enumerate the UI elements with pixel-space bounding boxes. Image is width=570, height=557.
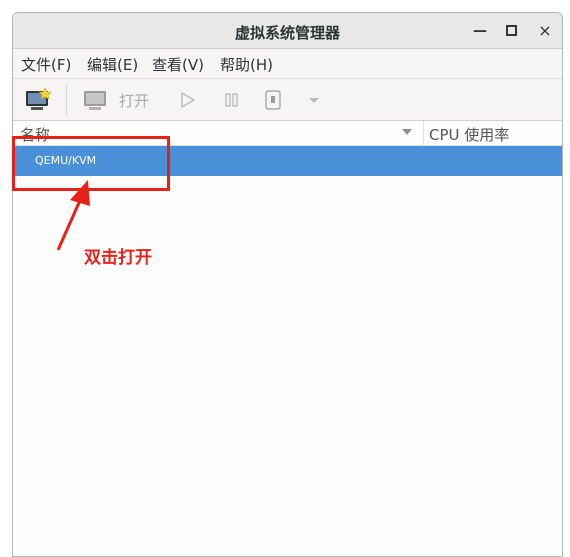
menu-edit[interactable]: 编辑(E) [87, 54, 138, 75]
new-vm-button[interactable] [25, 87, 53, 112]
toolbar: 打开 [13, 79, 562, 121]
open-label[interactable]: 打开 [119, 90, 149, 111]
column-cpu-usage[interactable]: CPU 使用率 [429, 124, 509, 145]
virt-manager-window: 虚拟系统管理器 — × 文件(F) 编辑(E) 查看(V) 帮助(H) 打开 名… [12, 12, 563, 557]
menu-view[interactable]: 查看(V) [152, 54, 204, 75]
run-button[interactable] [179, 88, 197, 112]
monitor-icon [84, 91, 106, 110]
toolbar-separator [66, 85, 67, 115]
close-icon: × [538, 21, 552, 40]
minimize-icon: — [473, 23, 487, 39]
maximize-button[interactable] [501, 21, 521, 41]
maximize-icon [505, 24, 517, 36]
minimize-button[interactable]: — [470, 21, 490, 41]
menu-bar: 文件(F) 编辑(E) 查看(V) 帮助(H) [13, 49, 562, 79]
open-vm-button[interactable] [83, 88, 109, 112]
pause-button[interactable] [223, 88, 241, 112]
monitor-new-icon [26, 87, 52, 110]
chevron-down-icon [309, 98, 319, 103]
play-icon [181, 91, 196, 109]
sort-down-icon[interactable] [402, 129, 412, 135]
menu-help[interactable]: 帮助(H) [220, 54, 273, 75]
column-divider[interactable] [423, 121, 424, 146]
annotation-text: 双击打开 [84, 248, 152, 268]
shutdown-dropdown[interactable] [307, 88, 321, 112]
menu-file[interactable]: 文件(F) [21, 54, 71, 75]
shutdown-button[interactable] [264, 88, 282, 112]
close-button[interactable]: × [535, 21, 555, 41]
title-bar[interactable]: 虚拟系统管理器 — × [13, 13, 562, 49]
power-icon [265, 90, 281, 110]
pause-icon [225, 93, 238, 107]
